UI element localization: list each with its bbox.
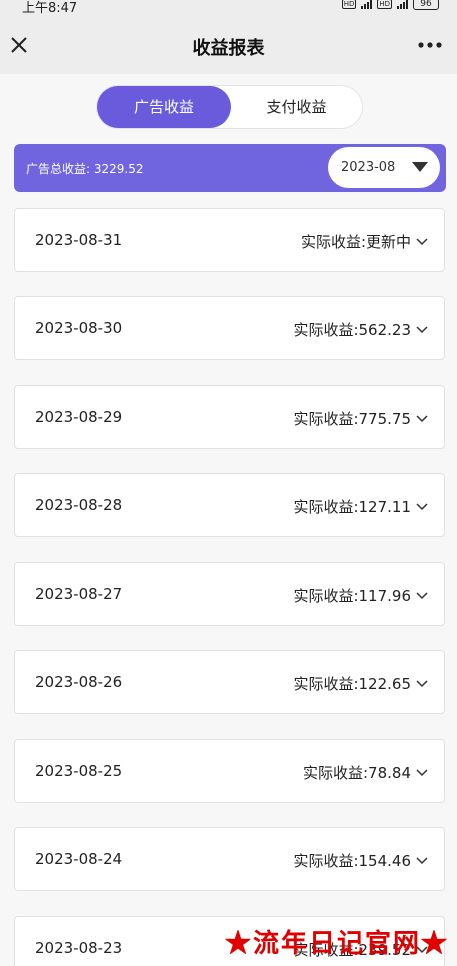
total-ad-income: 广告总收益: 3229.52 <box>26 162 144 176</box>
row-date: 2023-08-23 <box>35 939 123 957</box>
chevron-down-icon <box>416 679 428 687</box>
more-button[interactable] <box>417 36 443 54</box>
row-date: 2023-08-31 <box>35 231 123 249</box>
list-item[interactable]: 2023-08-28 实际收益:127.11 <box>14 473 445 537</box>
list-item[interactable]: 2023-08-31 实际收益:更新中 <box>14 208 445 272</box>
caret-down-icon <box>412 162 428 172</box>
row-income: 实际收益:更新中 <box>300 233 411 251</box>
month-select[interactable]: 2023-08 <box>328 147 440 188</box>
signal-icon-2 <box>397 0 408 9</box>
list-item[interactable]: 2023-08-27 实际收益:117.96 <box>14 562 445 626</box>
row-date: 2023-08-26 <box>35 673 123 691</box>
status-time: 上午8:47 <box>22 1 78 16</box>
tab-payment-income[interactable]: 支付收益 <box>231 86 362 128</box>
row-date: 2023-08-24 <box>35 850 123 868</box>
chevron-down-icon <box>416 502 428 510</box>
chevron-down-icon <box>416 414 428 422</box>
row-income: 实际收益:127.11 <box>293 498 411 516</box>
row-income: 实际收益:117.96 <box>293 587 411 605</box>
content: 广告收益 支付收益 广告总收益: 3229.52 2023-08 2023-08… <box>0 74 457 966</box>
row-date: 2023-08-29 <box>35 408 123 426</box>
battery-icon: 96 <box>413 0 439 10</box>
month-value: 2023-08 <box>341 160 396 175</box>
row-income: 实际收益:562.23 <box>293 321 411 339</box>
chevron-down-icon <box>416 591 428 599</box>
list-item[interactable]: 2023-08-29 实际收益:775.75 <box>14 385 445 449</box>
chevron-down-icon <box>416 325 428 333</box>
list-item[interactable]: 2023-08-24 实际收益:154.46 <box>14 827 445 891</box>
chevron-down-icon <box>416 237 428 245</box>
chevron-down-icon <box>416 768 428 776</box>
more-icon <box>418 42 442 48</box>
list-item[interactable]: 2023-08-25 实际收益:78.84 <box>14 739 445 803</box>
income-type-tabs: 广告收益 支付收益 <box>96 85 363 129</box>
chevron-down-icon <box>416 856 428 864</box>
watermark: ★流年日记官网★ <box>224 929 449 959</box>
page-title: 收益报表 <box>192 38 265 59</box>
hd-badge: HD <box>341 0 357 9</box>
signal-icon <box>361 0 373 9</box>
row-date: 2023-08-28 <box>35 496 123 514</box>
hd-badge-2: HD <box>377 0 392 9</box>
row-date: 2023-08-25 <box>35 762 123 780</box>
nav-bar: 收益报表 <box>0 16 457 74</box>
list-item[interactable]: 2023-08-26 实际收益:122.65 <box>14 650 445 714</box>
status-icons: HD HD 96 <box>341 0 439 10</box>
row-income: 实际收益:154.46 <box>293 852 411 870</box>
row-income: 实际收益:775.75 <box>293 410 411 428</box>
row-date: 2023-08-27 <box>35 585 123 603</box>
row-income: 实际收益:78.84 <box>303 764 411 782</box>
summary-bar: 广告总收益: 3229.52 2023-08 <box>14 144 446 192</box>
status-bar: 上午8:47 HD HD 96 <box>0 0 457 16</box>
tab-ad-income[interactable]: 广告收益 <box>97 86 231 128</box>
list-item[interactable]: 2023-08-30 实际收益:562.23 <box>14 296 445 360</box>
row-date: 2023-08-30 <box>35 319 123 337</box>
row-income: 实际收益:122.65 <box>293 675 411 693</box>
